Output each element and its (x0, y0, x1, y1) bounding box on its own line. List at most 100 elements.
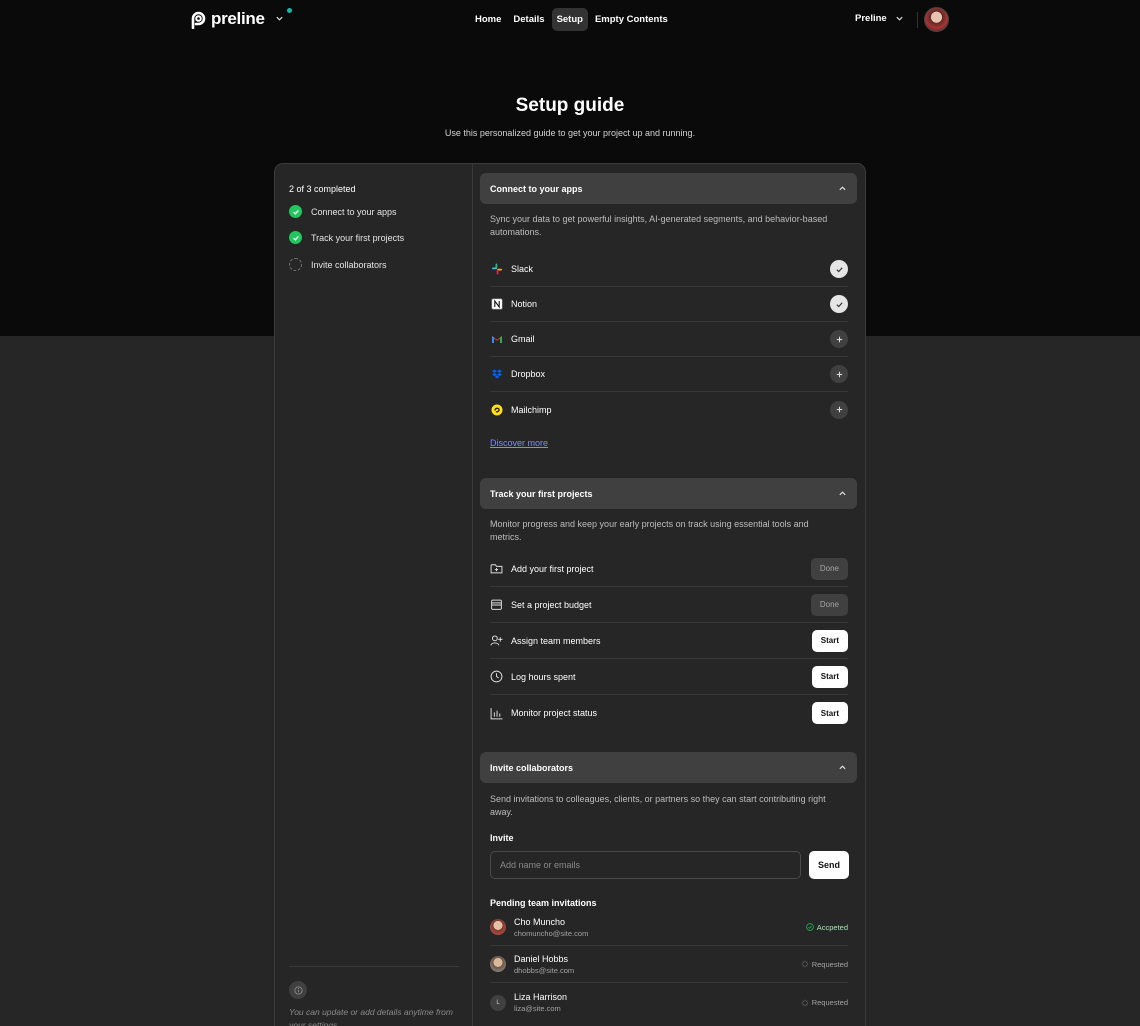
chevron-up-icon[interactable] (838, 763, 847, 772)
invite-label: Invite (490, 833, 514, 843)
top-navbar: preline Home Details Setup Empty Content… (0, 0, 1140, 40)
progress-count: 2 of 3 completed (289, 184, 356, 194)
section-description: Send invitations to colleagues, clients,… (490, 794, 826, 817)
brand-logo[interactable]: preline (190, 9, 265, 29)
person-email: chomuncho@site.com (514, 928, 589, 938)
gmail-icon (490, 333, 503, 346)
section-title: Invite collaborators (490, 762, 574, 773)
person-name: Cho Muncho (514, 916, 566, 927)
user-plus-icon (490, 635, 503, 646)
dropbox-icon (490, 368, 503, 381)
section-title: Connect to your apps (490, 183, 583, 194)
check-circle-icon (289, 231, 302, 244)
task-label: Assign team members (511, 635, 601, 646)
nav-details[interactable]: Details (508, 8, 549, 31)
progress-sidebar: 2 of 3 completed Connect to your apps Tr… (275, 164, 473, 1026)
notion-icon (490, 298, 503, 311)
task-label: Set a project budget (511, 599, 592, 610)
status-dot (287, 8, 292, 13)
task-row-log-hours: Log hours spent Start (490, 659, 848, 695)
step-label: Track your first projects (311, 232, 405, 243)
plus-icon (836, 371, 842, 377)
step-label: Invite collaborators (311, 259, 387, 270)
app-name: Dropbox (511, 369, 546, 379)
info-icon (289, 981, 307, 999)
invite-input[interactable] (490, 851, 801, 879)
check-icon (835, 266, 843, 272)
status-label: Accpeted (816, 922, 848, 932)
slack-icon (490, 263, 503, 276)
invitation-row: Cho Muncho chomuncho@site.com Accpeted (490, 909, 848, 946)
status-label: Requested (811, 959, 848, 969)
check-circle-icon (289, 205, 302, 218)
section-title: Track your first projects (490, 488, 593, 499)
account-label: Preline (855, 13, 887, 24)
sidebar-note: You can update or add details anytime fr… (289, 1007, 453, 1026)
invitation-row: L Liza Harrison liza@site.com Requested (490, 984, 848, 1021)
person-email: liza@site.com (514, 1004, 561, 1013)
chevron-up-icon[interactable] (838, 489, 847, 498)
app-name: Notion (511, 299, 538, 309)
connected-check-button[interactable] (830, 260, 848, 278)
status-badge: Requested (801, 960, 848, 969)
pending-invitations-title: Pending team invitations (490, 898, 597, 908)
task-label: Monitor project status (511, 708, 598, 718)
chevron-down-icon[interactable] (275, 14, 284, 23)
divider (917, 12, 918, 28)
section-header-track-projects[interactable]: Track your first projects (480, 478, 857, 509)
nav-setup[interactable]: Setup (551, 8, 588, 31)
section-header-invite-collaborators[interactable]: Invite collaborators (480, 752, 857, 783)
task-label: Add your first project (511, 563, 594, 574)
connected-check-button[interactable] (830, 295, 848, 313)
page-title: Setup guide (515, 95, 625, 116)
plus-icon (836, 406, 842, 413)
person-email: dhobbs@site.com (514, 965, 575, 975)
section-header-connect-apps[interactable]: Connect to your apps (480, 173, 857, 204)
status-badge: Accpeted (805, 922, 848, 932)
discover-more-link[interactable]: Discover more (490, 438, 548, 448)
app-name: Mailchimp (511, 404, 552, 415)
start-button[interactable]: Start (811, 665, 848, 688)
step-track-projects[interactable]: Track your first projects (289, 231, 404, 244)
done-button[interactable]: Done (810, 593, 848, 616)
task-row-monitor-status: Monitor project status Start (490, 695, 848, 731)
step-invite-collaborators[interactable]: Invite collaborators (289, 258, 387, 271)
user-avatar[interactable] (924, 7, 949, 32)
brand-name: preline (211, 9, 265, 28)
connect-app-button[interactable] (830, 400, 848, 419)
send-button[interactable]: Send (809, 851, 849, 879)
account-switcher[interactable]: Preline (850, 8, 909, 29)
task-row-add-project: Add your first project Done (490, 551, 848, 587)
page-subtitle: Use this personalized guide to get your … (444, 128, 696, 138)
done-button[interactable]: Done (810, 557, 848, 580)
status-badge: Requested (801, 998, 848, 1007)
app-name: Gmail (511, 334, 535, 344)
task-label: Log hours spent (511, 671, 576, 682)
avatar (490, 956, 506, 972)
plus-icon (836, 336, 842, 342)
app-row-mailchimp: Mailchimp (490, 392, 848, 427)
app-row-dropbox: Dropbox (490, 357, 848, 392)
loader-icon (801, 999, 808, 1006)
folder-plus-icon (490, 564, 503, 574)
person-name: Liza Harrison (514, 992, 568, 1002)
connect-app-button[interactable] (830, 365, 848, 383)
start-button[interactable]: Start (811, 629, 848, 652)
step-label: Connect to your apps (311, 206, 397, 217)
step-connect-apps[interactable]: Connect to your apps (289, 205, 397, 218)
check-icon (835, 301, 843, 307)
connect-app-button[interactable] (830, 330, 848, 348)
chevron-up-icon[interactable] (838, 184, 847, 193)
nav-empty-contents[interactable]: Empty Contents (590, 8, 673, 31)
status-label: Requested (811, 998, 848, 1007)
avatar (490, 919, 506, 935)
nav-home[interactable]: Home (470, 8, 506, 31)
app-row-gmail: Gmail (490, 322, 848, 357)
person-name: Daniel Hobbs (514, 953, 569, 964)
mailchimp-icon (490, 403, 503, 416)
bar-chart-icon (490, 707, 503, 719)
task-row-set-budget: Set a project budget Done (490, 587, 848, 623)
start-button[interactable]: Start (811, 702, 848, 724)
setup-card: 2 of 3 completed Connect to your apps Tr… (274, 163, 866, 1026)
app-name: Slack (511, 264, 534, 274)
